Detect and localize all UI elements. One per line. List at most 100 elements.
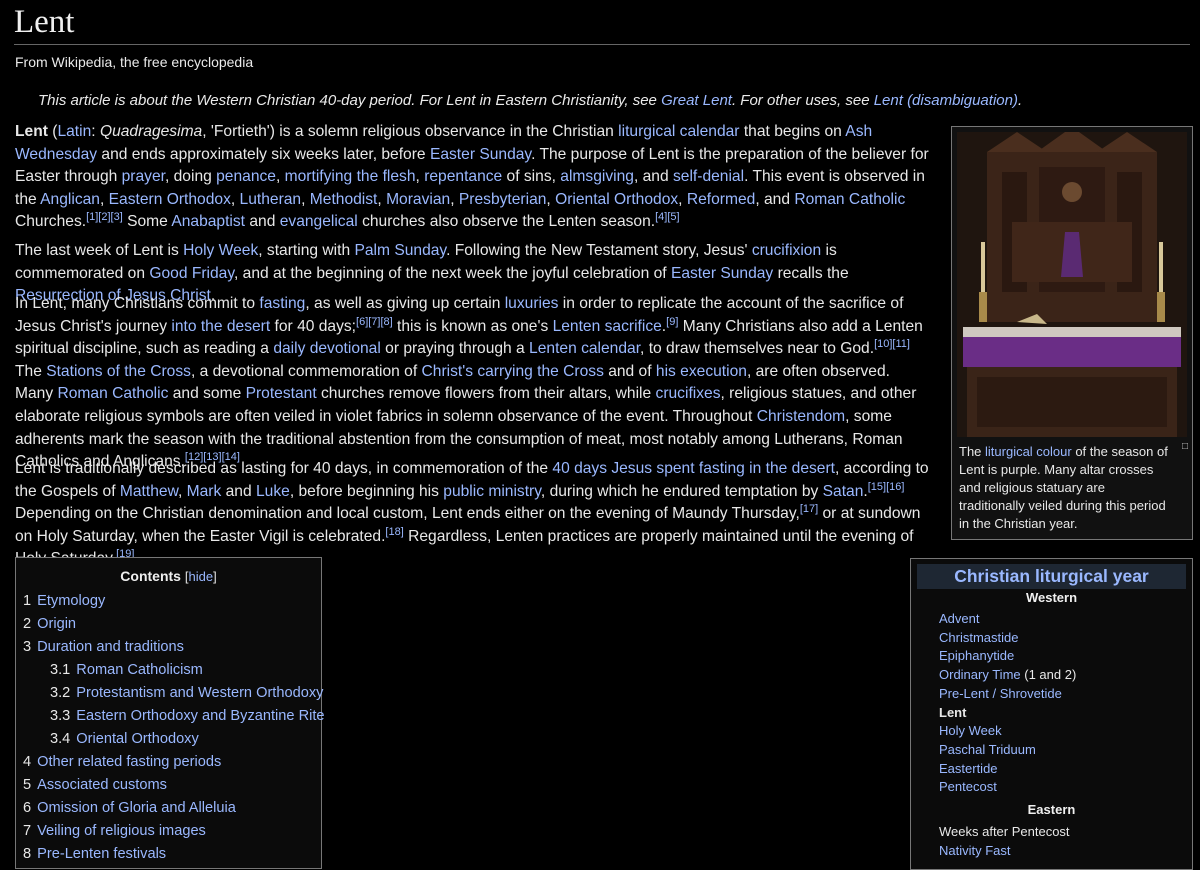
wiki-link[interactable]: Latin [57,123,91,140]
wiki-link[interactable]: repentance [424,168,502,185]
wiki-link[interactable]: Holy Week [183,242,258,259]
citation-link[interactable]: [18] [385,526,403,538]
infobox-item[interactable]: Pre-Lent / Shrovetide [939,686,1062,701]
wiki-link[interactable]: Christendom [757,408,845,425]
wiki-link[interactable]: crucifixes [656,385,721,402]
wiki-link[interactable]: crucifixion [752,242,821,259]
infobox-item[interactable]: Ordinary Time (1 and 2) [939,667,1076,682]
wiki-link[interactable]: evangelical [280,213,358,230]
citation-link[interactable]: [15][16] [868,480,905,492]
altar-photo[interactable] [957,132,1187,437]
toc-item[interactable]: 1 Etymology [23,593,105,609]
wiki-link[interactable]: fasting [259,295,305,312]
infobox-item[interactable]: Holy Week [939,723,1002,738]
enlarge-icon[interactable]: □ [1182,441,1188,452]
wiki-link[interactable]: his execution [656,363,747,380]
infobox-item[interactable]: Pentecost [939,779,997,794]
toc-label[interactable]: Eastern Orthodoxy and Byzantine Rite [76,708,324,724]
wiki-link[interactable]: Mark [187,483,222,500]
infobox-item[interactable]: Advent [939,611,979,626]
wiki-link[interactable]: Roman Catholic [57,385,168,402]
infobox-item-label[interactable]: Ordinary Time [939,667,1021,682]
toc-label[interactable]: Origin [37,616,76,632]
toc-item[interactable]: 5 Associated customs [23,777,167,793]
toc-item[interactable]: 3.4 Oriental Orthodoxy [50,731,199,747]
wiki-link[interactable]: luxuries [505,295,559,312]
wiki-link[interactable]: liturgical calendar [618,123,739,140]
wiki-link[interactable]: Lenten calendar [529,340,640,357]
infobox-item[interactable]: Eastertide [939,761,998,776]
wiki-link[interactable]: Lutheran [240,191,302,208]
wiki-link[interactable]: Satan [823,483,864,500]
wiki-link[interactable]: Great Lent [661,92,732,109]
wiki-link[interactable]: Christ's carrying the Cross [422,363,604,380]
infobox-item-label[interactable]: Paschal Triduum [939,742,1036,757]
toc-label[interactable]: Omission of Gloria and Alleluia [37,800,236,816]
citation-link[interactable]: [9] [666,315,678,327]
toc-item[interactable]: 4 Other related fasting periods [23,754,221,770]
wiki-link[interactable]: Matthew [120,483,178,500]
infobox-title[interactable]: Christian liturgical year [917,564,1186,589]
citation-link[interactable]: [6][7][8] [356,315,393,327]
toc-item[interactable]: 6 Omission of Gloria and Alleluia [23,800,236,816]
toc-item[interactable]: 3.2 Protestantism and Western Orthodoxy [50,685,323,701]
wiki-link[interactable]: self-denial [673,168,744,185]
wiki-link[interactable]: Easter Sunday [671,265,773,282]
wiki-link[interactable]: Lenten sacrifice [553,318,662,335]
toc-label[interactable]: Associated customs [37,777,167,793]
toc-label[interactable]: Protestantism and Western Orthodoxy [76,685,323,701]
wiki-link[interactable]: Presbyterian [459,191,547,208]
wiki-link[interactable]: liturgical colour [985,444,1072,459]
citation-link[interactable]: [10][11] [874,338,910,350]
infobox-item-label[interactable]: Christmastide [939,630,1018,645]
wiki-link[interactable]: Oriental Orthodox [555,191,678,208]
citation-link[interactable]: [17] [800,503,818,515]
infobox-item-label[interactable]: Pre-Lent / Shrovetide [939,686,1062,701]
wiki-link[interactable]: Luke [256,483,290,500]
toc-item[interactable]: 3.3 Eastern Orthodoxy and Byzantine Rite [50,708,325,724]
wiki-link[interactable]: Methodist [310,191,378,208]
wiki-link[interactable]: Protestant [246,385,317,402]
wiki-link[interactable]: penance [216,168,276,185]
toc-item[interactable]: 2 Origin [23,616,76,632]
wiki-link[interactable]: Roman Catholic [794,191,905,208]
wiki-link[interactable]: almsgiving [560,168,634,185]
wiki-link[interactable]: Palm Sunday [354,242,446,259]
toc-item[interactable]: 8 Pre-Lenten festivals [23,846,166,862]
wiki-link[interactable]: into the desert [171,318,270,335]
infobox-item[interactable]: Nativity Fast [939,843,1011,858]
infobox-item-label[interactable]: Advent [939,611,979,626]
wiki-link[interactable]: Moravian [386,191,450,208]
wiki-link[interactable]: Eastern Orthodox [109,191,231,208]
toc-label[interactable]: Pre-Lenten festivals [37,846,166,862]
toc-item[interactable]: 7 Veiling of religious images [23,823,206,839]
toc-label[interactable]: Oriental Orthodoxy [76,731,198,747]
infobox-item-label[interactable]: Nativity Fast [939,843,1011,858]
infobox-item[interactable]: Paschal Triduum [939,742,1036,757]
toc-label[interactable]: Duration and traditions [37,639,184,655]
citation-link[interactable]: [1][2][3] [86,211,123,223]
toc-label[interactable]: Veiling of religious images [37,823,206,839]
wiki-link[interactable]: prayer [122,168,165,185]
toc-label[interactable]: Roman Catholicism [76,662,203,678]
infobox-item-label[interactable]: Holy Week [939,723,1002,738]
wiki-link[interactable]: Anglican [40,191,100,208]
toc-label[interactable]: Etymology [37,593,105,609]
wiki-link[interactable]: Reformed [687,191,755,208]
wiki-link[interactable]: Anabaptist [171,213,245,230]
toc-label[interactable]: Other related fasting periods [37,754,221,770]
wiki-link[interactable]: 40 days Jesus spent fasting in the deser… [552,460,835,477]
infobox-item[interactable]: Epiphanytide [939,648,1014,663]
wiki-link[interactable]: daily devotional [273,340,381,357]
wiki-link[interactable]: Stations of the Cross [46,363,191,380]
infobox-item-label[interactable]: Epiphanytide [939,648,1014,663]
wiki-link[interactable]: Lent (disambiguation) [874,92,1018,109]
wiki-link[interactable]: Easter Sunday [430,146,531,163]
toc-item[interactable]: 3.1 Roman Catholicism [50,662,203,678]
infobox-item[interactable]: Christmastide [939,630,1018,645]
toc-hide-link[interactable]: hide [188,569,213,584]
infobox-item-label[interactable]: Pentecost [939,779,997,794]
toc-item[interactable]: 3 Duration and traditions [23,639,184,655]
wiki-link[interactable]: public ministry [443,483,541,500]
infobox-item-label[interactable]: Eastertide [939,761,998,776]
